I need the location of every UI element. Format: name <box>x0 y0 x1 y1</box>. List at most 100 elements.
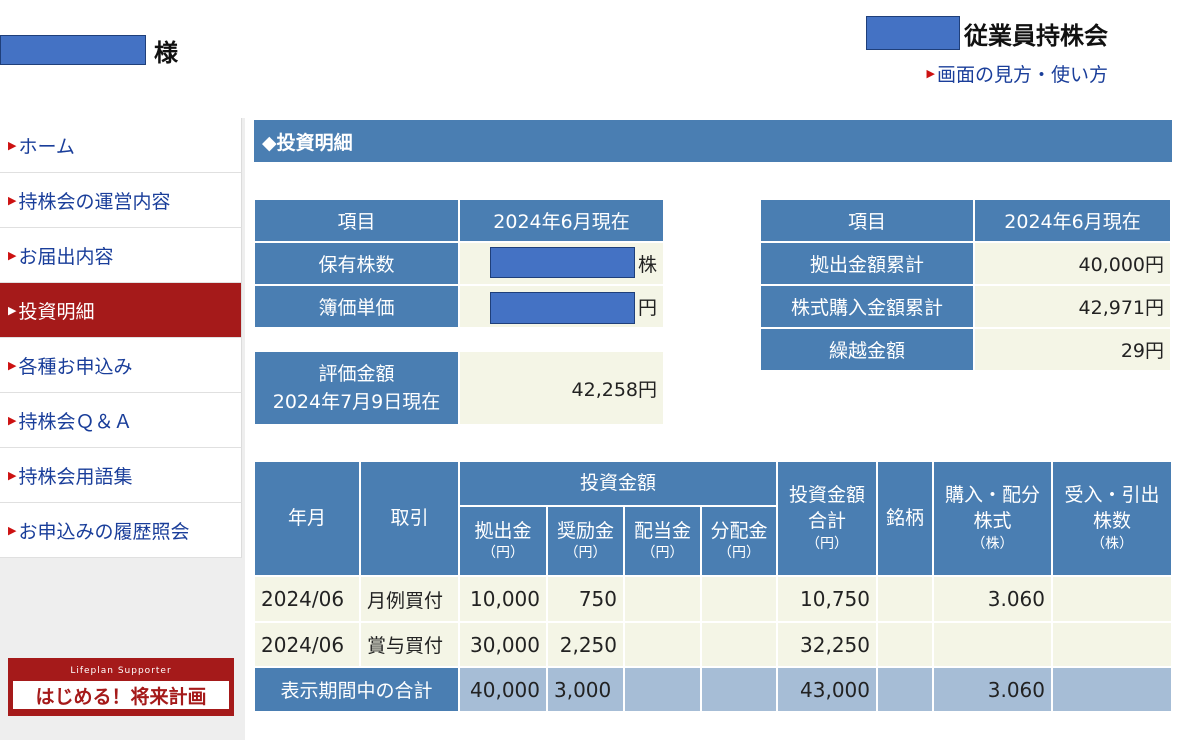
summary-row-label: 株式購入金額累計 <box>761 286 973 327</box>
company-header: 従業員持株会 <box>866 16 1108 50</box>
total-cell-total: 43,000 <box>778 668 876 711</box>
valuation-label: 評価金額 2024年7月9日現在 <box>255 352 458 424</box>
col-header-brand: 銘柄 <box>878 462 932 575</box>
col-header-purchase-line1: 購入・配分 <box>944 484 1040 507</box>
user-suffix: 様 <box>154 38 178 67</box>
col-header-dividend-text: 配当金 <box>633 519 691 542</box>
col-header-total: 投資金額合計 （円） <box>778 462 876 575</box>
user-greeting: 様 <box>0 34 178 67</box>
arrow-right-icon: ▶ <box>8 248 17 262</box>
valuation-label-line2: 2024年7月9日現在 <box>272 391 441 413</box>
unit-kabu: （株） <box>971 535 1014 552</box>
shares-label: 保有株数 <box>255 243 458 284</box>
price-label: 簿価単価 <box>255 286 458 327</box>
table-cell-contrib: 10,000 <box>460 577 546 621</box>
col-header-purchase: 購入・配分株式 （株） <box>934 462 1051 575</box>
sidebar-item-applications[interactable]: ▶ 各種お申込み <box>0 338 242 393</box>
sidebar-item-label: 各種お申込み <box>18 355 133 378</box>
col-header-trade: 取引 <box>361 462 458 575</box>
table-cell-incentive: 750 <box>548 577 623 621</box>
col-header-dividend: 配当金 （円） <box>625 507 700 575</box>
redacted-shares <box>490 247 635 278</box>
col-header-invest-text: 投資金額 <box>579 471 656 494</box>
valuation-label-line1: 評価金額 <box>318 362 395 385</box>
arrow-right-icon: ▶ <box>8 138 17 152</box>
table-cell-contrib: 30,000 <box>460 623 546 666</box>
help-link[interactable]: ▶ 画面の見方・使い方 <box>927 60 1108 87</box>
redacted-price <box>490 292 635 324</box>
table-cell-dividend <box>625 623 700 666</box>
col-header-contrib-text: 拠出金 <box>474 519 532 542</box>
sidebar-item-operations[interactable]: ▶ 持株会の運営内容 <box>0 173 242 228</box>
table-cell-total: 32,250 <box>778 623 876 666</box>
price-unit: 円 <box>637 297 657 319</box>
total-cell-dividend <box>625 668 700 711</box>
table-cell-total: 10,750 <box>778 577 876 621</box>
col-header-total-line1: 投資金額 <box>788 484 865 507</box>
sidebar-item-label: 持株会用語集 <box>18 465 133 488</box>
arrow-right-icon: ▶ <box>8 358 17 372</box>
summary-header-date: 2024年6月現在 <box>975 200 1170 241</box>
col-header-transfer-line2: 株数 <box>1092 510 1131 533</box>
unit-yen: （円） <box>718 545 760 562</box>
sidebar-item-label: 持株会の運営内容 <box>18 190 171 213</box>
table-cell-ym: 2024/06 <box>255 623 359 666</box>
table-cell-purchase: 3.060 <box>934 577 1051 621</box>
summary-header-item: 項目 <box>761 200 973 241</box>
sidebar-item-home[interactable]: ▶ ホーム <box>0 118 242 173</box>
col-header-contrib: 拠出金 （円） <box>460 507 546 575</box>
col-header-transfer: 受入・引出株数 （株） <box>1053 462 1171 575</box>
sidebar-item-label: お申込みの履歴照会 <box>18 520 190 543</box>
sidebar-item-investment-details[interactable]: ▶ 投資明細 <box>0 283 242 338</box>
table-cell-transfer <box>1053 577 1171 621</box>
company-name: 従業員持株会 <box>964 21 1108 50</box>
col-header-total-line2: 合計 <box>807 510 846 533</box>
sidebar-item-qa[interactable]: ▶ 持株会Ｑ＆Ａ <box>0 393 242 448</box>
unit-yen: （円） <box>806 535 848 552</box>
unit-kabu: （株） <box>1091 535 1133 552</box>
sidebar-item-history[interactable]: ▶ お申込みの履歴照会 <box>0 503 242 558</box>
arrow-right-icon: ▶ <box>8 468 17 482</box>
arrow-right-icon: ▶ <box>8 523 17 537</box>
table-cell-brand <box>878 623 932 666</box>
sidebar-item-label: 投資明細 <box>18 300 95 323</box>
sidebar-item-registration[interactable]: ▶ お届出内容 <box>0 228 242 283</box>
page-title: ◆投資明細 <box>254 120 1172 162</box>
total-row-label: 表示期間中の合計 <box>255 668 458 711</box>
valuation-value: 42,258円 <box>460 352 663 424</box>
sidebar-item-glossary[interactable]: ▶ 持株会用語集 <box>0 448 242 503</box>
total-cell-contrib: 40,000 <box>460 668 546 711</box>
banner-tagline: Lifeplan Supporter <box>70 666 172 676</box>
total-cell-transfer <box>1053 668 1171 711</box>
col-header-brand-text: 銘柄 <box>885 506 924 529</box>
unit-yen: （円） <box>482 545 524 562</box>
table-cell-dividend <box>625 577 700 621</box>
col-header-transfer-line1: 受入・引出 <box>1064 484 1160 507</box>
arrow-right-icon: ▶ <box>8 193 17 207</box>
arrow-right-icon: ▶ <box>8 303 17 317</box>
col-header-incentive: 奨励金 （円） <box>548 507 623 575</box>
sidebar-item-label: お届出内容 <box>18 245 114 268</box>
col-header-incentive-text: 奨励金 <box>556 519 614 542</box>
col-header-distribution: 分配金 （円） <box>702 507 776 575</box>
summary-row-label: 繰越金額 <box>761 329 973 370</box>
arrow-right-icon: ▶ <box>926 67 935 80</box>
table-cell-distribution <box>702 623 776 666</box>
sidebar: ▶ ホーム ▶ 持株会の運営内容 ▶ お届出内容 ▶ 投資明細 ▶ 各種お申込み ▶ 持株会… <box>0 118 245 740</box>
table-cell-incentive: 2,250 <box>548 623 623 666</box>
col-header-distribution-text: 分配金 <box>710 519 768 542</box>
col-header-trade-text: 取引 <box>390 506 429 529</box>
summary-row-label: 拠出金額累計 <box>761 243 973 284</box>
unit-yen: （円） <box>564 545 607 562</box>
table-cell-transfer <box>1053 623 1171 666</box>
lifeplan-banner[interactable]: Lifeplan Supporter はじめる！将来計画 <box>8 658 234 716</box>
col-header-ym-text: 年月 <box>287 506 326 529</box>
col-header-invest: 投資金額 <box>460 462 776 505</box>
table-cell-distribution <box>702 577 776 621</box>
col-header-purchase-line2: 株式 <box>973 510 1012 533</box>
col-header-ym: 年月 <box>255 462 359 575</box>
unit-yen: （円） <box>641 545 684 562</box>
help-link-label: 画面の見方・使い方 <box>936 64 1108 86</box>
total-cell-incentive: 3,000 <box>548 668 623 711</box>
table-cell-purchase <box>934 623 1051 666</box>
